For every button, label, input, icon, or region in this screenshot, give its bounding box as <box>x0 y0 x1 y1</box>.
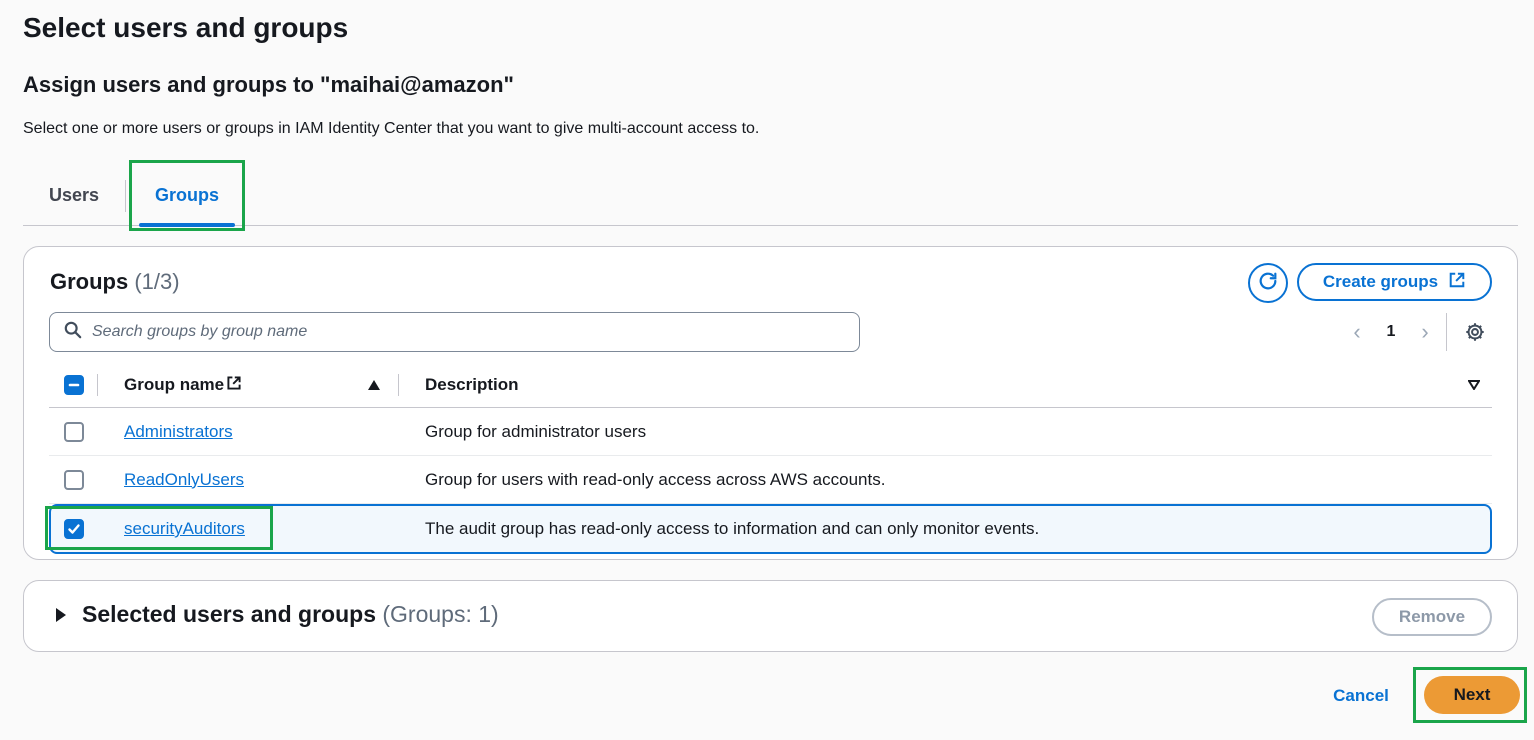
select-all-checkbox[interactable] <box>64 375 84 395</box>
table-row-selected[interactable]: securityAuditors The audit group has rea… <box>49 504 1492 554</box>
refresh-button[interactable] <box>1248 263 1288 303</box>
group-name-link[interactable]: Administrators <box>124 422 233 442</box>
selected-panel-title[interactable]: Selected users and groups (Groups: 1) <box>82 601 499 628</box>
section-title: Assign users and groups to "maihai@amazo… <box>23 72 514 97</box>
pager-divider <box>1446 313 1447 351</box>
group-description-cell: The audit group has read-only access to … <box>425 519 1040 538</box>
cancel-button[interactable]: Cancel <box>1320 680 1402 712</box>
group-name-header[interactable]: Group name <box>124 362 242 408</box>
select-all-cell <box>64 362 84 408</box>
table-row[interactable]: ReadOnlyUsers Group for users with read-… <box>49 456 1492 504</box>
column-divider <box>97 374 98 396</box>
next-button[interactable]: Next <box>1424 676 1520 714</box>
description-header[interactable]: Description <box>425 362 519 408</box>
page-title: Select users and groups <box>23 12 349 43</box>
settings-gear-icon[interactable] <box>1462 319 1488 345</box>
prev-page-icon[interactable]: ‹ <box>1340 317 1374 347</box>
tab-divider <box>125 180 126 212</box>
groups-panel-heading: Groups <box>50 269 129 294</box>
row-checkbox-cell <box>64 456 84 503</box>
group-name-header-label: Group name <box>124 375 225 394</box>
refresh-icon <box>1257 270 1279 297</box>
group-name-cell: Administrators <box>124 408 233 455</box>
search-field <box>49 312 860 352</box>
remove-button[interactable]: Remove <box>1372 598 1492 636</box>
next-page-icon[interactable]: › <box>1408 317 1442 347</box>
selected-users-groups-panel: Selected users and groups (Groups: 1) Re… <box>23 580 1518 652</box>
groups-panel-title: Groups (1/3) <box>50 269 180 295</box>
row-checkbox-cell <box>64 408 84 455</box>
table-row[interactable]: Administrators Group for administrator u… <box>49 408 1492 456</box>
search-input[interactable] <box>92 323 859 341</box>
row-checkbox[interactable] <box>64 421 84 442</box>
groups-selected-count: (1/3) <box>134 269 180 294</box>
sort-dropdown-icon[interactable] <box>1468 362 1480 408</box>
pagination: ‹ 1 › <box>1340 317 1442 347</box>
expand-caret-icon[interactable] <box>54 607 68 628</box>
groups-panel: Groups (1/3) Create groups Search groups… <box>23 246 1518 560</box>
external-link-icon <box>226 375 242 396</box>
group-name-cell: securityAuditors <box>124 506 245 552</box>
table-header: Group name Description <box>49 362 1492 408</box>
row-checkbox[interactable] <box>64 519 84 539</box>
row-checkbox[interactable] <box>64 469 84 490</box>
section-description: Select one or more users or groups in IA… <box>23 120 760 137</box>
tab-bar: Users Groups <box>23 166 1518 227</box>
tab-groups[interactable]: Groups <box>131 166 243 227</box>
page-number[interactable]: 1 <box>1374 317 1408 347</box>
tab-users[interactable]: Users <box>23 166 125 225</box>
sort-ascending-icon[interactable] <box>367 362 381 408</box>
create-groups-label: Create groups <box>1322 272 1439 291</box>
column-divider <box>398 374 399 396</box>
group-description-cell: Group for administrator users <box>425 421 647 441</box>
create-groups-button[interactable]: Create groups <box>1297 263 1492 301</box>
group-name-cell: ReadOnlyUsers <box>124 456 244 503</box>
group-name-link[interactable]: ReadOnlyUsers <box>124 470 244 490</box>
selected-panel-heading: Selected users and groups <box>82 601 376 627</box>
group-description-cell: Group for users with read-only access ac… <box>425 469 886 489</box>
search-icon <box>64 321 82 344</box>
row-checkbox-cell <box>64 506 84 552</box>
group-name-link[interactable]: securityAuditors <box>124 519 245 539</box>
external-link-icon <box>1448 271 1466 294</box>
selected-count: (Groups: 1) <box>382 601 499 627</box>
